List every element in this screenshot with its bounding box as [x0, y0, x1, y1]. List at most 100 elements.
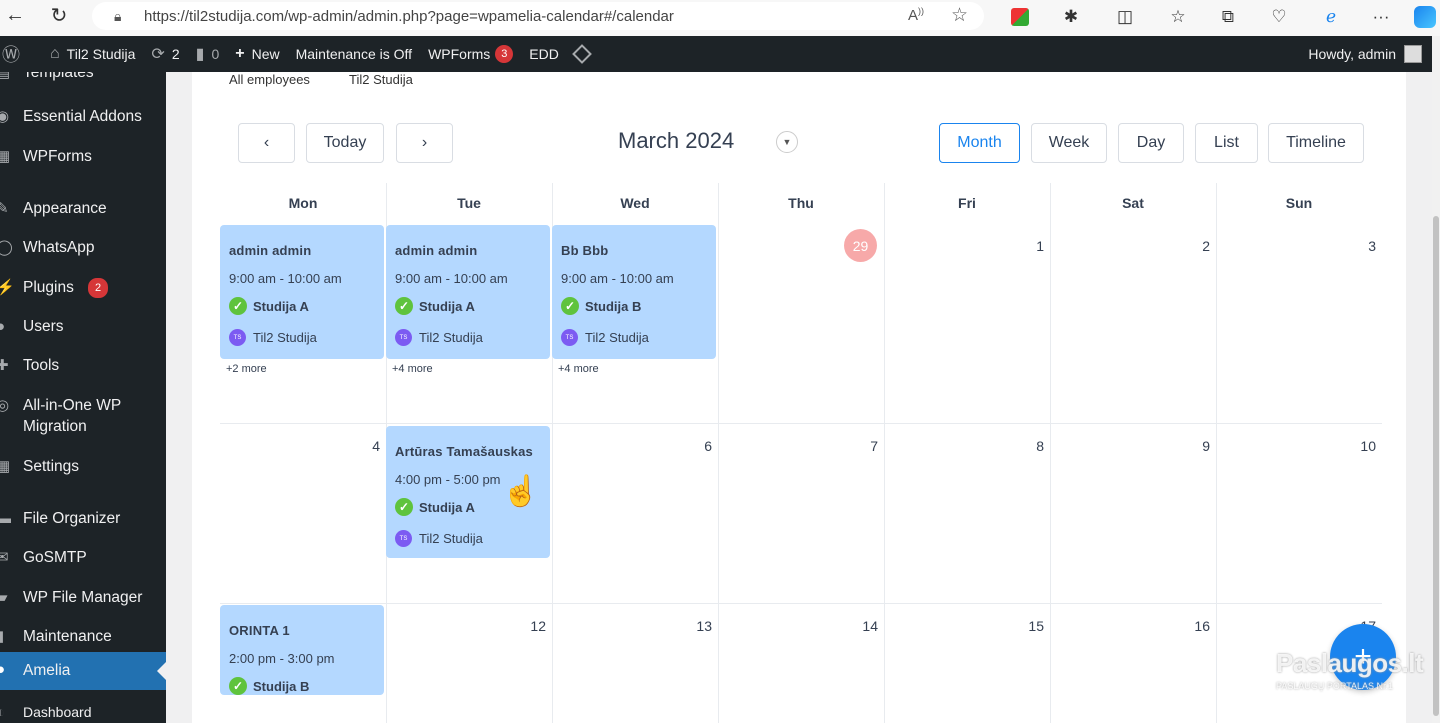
edd-label: EDD	[529, 46, 559, 62]
comments-link[interactable]: ▮ 0	[188, 36, 228, 72]
grid-divider	[220, 423, 1382, 424]
sidebar-item-settings[interactable]: ▦ Settings	[0, 452, 166, 482]
view-list-button[interactable]: List	[1195, 123, 1258, 163]
wpforms-link[interactable]: WPForms 3	[420, 36, 521, 72]
day-number[interactable]: 8	[884, 438, 1044, 454]
sidebar-item-appearance[interactable]: ✎ Appearance	[0, 194, 166, 224]
day-number[interactable]: 16	[1050, 618, 1210, 634]
today-marker[interactable]: 29	[844, 229, 877, 262]
hand-cursor-icon: ☝	[502, 475, 540, 508]
event-employee-label: Til2 Studija	[253, 330, 317, 345]
day-number[interactable]: 2	[1050, 238, 1210, 254]
maintenance-link[interactable]: Maintenance is Off	[288, 36, 420, 72]
sidebar-item-wpforms[interactable]: ▦ WPForms	[0, 142, 166, 172]
day-number[interactable]: 13	[552, 618, 712, 634]
sidebar-item-dashboard[interactable]: ◐ Dashboard	[0, 698, 166, 723]
updates-link[interactable]: ⟳ 2	[143, 36, 187, 72]
edd-link[interactable]: EDD	[521, 36, 567, 72]
wpforms-label: WPForms	[428, 46, 491, 62]
more-events-link[interactable]: +4 more	[392, 363, 433, 375]
sidebar-item-amelia[interactable]: ● Amelia	[0, 652, 166, 690]
sidebar-item-templates[interactable]: ▤ Templates	[0, 72, 166, 88]
today-button[interactable]: Today	[306, 123, 384, 163]
favorites-icon[interactable]: ☆	[1165, 4, 1191, 30]
sidebar-item-label: Appearance	[23, 200, 107, 217]
appointment-event[interactable]: ORINTA 1 2:00 pm - 3:00 pm ✓ Studija B	[220, 605, 384, 695]
view-timeline-button[interactable]: Timeline	[1268, 123, 1364, 163]
sidebar-item-label: Maintenance	[23, 628, 112, 645]
sidebar-item-plugins[interactable]: ⚡ Plugins 2	[0, 273, 166, 303]
page-scrollbar[interactable]	[1432, 36, 1440, 723]
sidebar-item-label: WhatsApp	[23, 239, 95, 256]
day-number[interactable]: 3	[1216, 238, 1376, 254]
sidebar-item-essential-addons[interactable]: ◉ Essential Addons	[0, 102, 166, 132]
new-content-link[interactable]: + New	[227, 36, 287, 72]
account-menu[interactable]: Howdy, admin	[1308, 36, 1422, 72]
employee-avatar: TS	[395, 329, 412, 346]
copilot-icon[interactable]	[1412, 4, 1438, 30]
read-aloud-icon[interactable]: A))	[908, 6, 924, 24]
sidebar-item-file-organizer[interactable]: ▬ File Organizer	[0, 504, 166, 534]
view-day-button[interactable]: Day	[1118, 123, 1184, 163]
diamond-icon[interactable]	[567, 36, 597, 72]
home-icon: ⌂	[50, 45, 60, 62]
scrollbar-thumb[interactable]	[1433, 216, 1439, 716]
day-number[interactable]: 15	[884, 618, 1044, 634]
day-number[interactable]: 6	[552, 438, 712, 454]
more-icon[interactable]: ···	[1368, 4, 1394, 30]
dashboard-icon: ◐	[0, 704, 6, 721]
approved-check-icon: ✓	[229, 297, 247, 315]
extension-icon[interactable]	[1007, 4, 1033, 30]
sidebar-item-gosmtp[interactable]: ✉ GoSMTP	[0, 543, 166, 573]
site-name-link[interactable]: ⌂ Til2 Studija	[28, 36, 143, 72]
sidebar-item-tools[interactable]: ✚ Tools	[0, 351, 166, 381]
event-time: 9:00 am - 10:00 am	[229, 271, 342, 286]
more-events-link[interactable]: +4 more	[558, 363, 599, 375]
view-week-button[interactable]: Week	[1031, 123, 1107, 163]
gosmtp-icon: ✉	[0, 549, 9, 566]
file-manager-icon: ▰	[0, 589, 8, 606]
appointment-event[interactable]: Bb Bbb 9:00 am - 10:00 am ✓ Studija B TS Til2…	[552, 225, 716, 359]
puzzle-icon[interactable]: ✱	[1058, 4, 1084, 30]
event-customer-name: ORINTA 1	[229, 623, 290, 638]
event-time: 9:00 am - 10:00 am	[561, 271, 674, 286]
sidebar-item-users[interactable]: ● Users	[0, 312, 166, 342]
wpforms-icon: ▦	[0, 148, 11, 165]
day-number[interactable]: 9	[1050, 438, 1210, 454]
back-icon[interactable]: ←	[0, 0, 30, 30]
collections-icon[interactable]: ⧉	[1215, 4, 1241, 30]
view-month-button[interactable]: Month	[939, 123, 1020, 163]
event-employee: TS Til2 Studija	[395, 329, 483, 346]
essential-addons-icon: ◉	[0, 108, 10, 125]
day-number[interactable]: 10	[1216, 438, 1376, 454]
split-screen-icon[interactable]: ◫	[1112, 4, 1138, 30]
day-number[interactable]: 4	[220, 438, 380, 454]
refresh-icon[interactable]: ↻	[44, 0, 74, 30]
day-number[interactable]: 12	[386, 618, 546, 634]
sidebar-item-wp-file-manager[interactable]: ▰ WP File Manager	[0, 583, 166, 613]
employee-avatar: TS	[395, 530, 412, 547]
address-bar[interactable]: 🔒︎ https://til2studija.com/wp-admin/admi…	[92, 2, 984, 30]
employee-filter[interactable]: All employees	[229, 72, 310, 87]
approved-check-icon: ✓	[561, 297, 579, 315]
edge-icon[interactable]: ℯ	[1318, 4, 1344, 30]
appointment-event[interactable]: admin admin 9:00 am - 10:00 am ✓ Studija A T…	[386, 225, 550, 359]
sidebar-item-all-in-one-wp[interactable]: ◎ All-in-One WP Migration	[0, 391, 166, 443]
day-number[interactable]: 14	[718, 618, 878, 634]
wp-logo-icon[interactable]: Ⓦ	[0, 36, 28, 72]
sidebar-item-whatsapp[interactable]: ◯ WhatsApp	[0, 233, 166, 263]
appointment-event[interactable]: admin admin 9:00 am - 10:00 am ✓ Studija A T…	[220, 225, 384, 359]
month-picker-icon[interactable]: ▼	[776, 131, 798, 153]
day-number[interactable]: 1	[884, 238, 1044, 254]
favorite-star-icon[interactable]: ☆	[951, 4, 968, 27]
health-icon[interactable]: ♡	[1266, 4, 1292, 30]
event-customer-name: Bb Bbb	[561, 243, 609, 258]
approved-check-icon: ✓	[229, 677, 247, 695]
next-month-button[interactable]: ›	[396, 123, 453, 163]
location-filter[interactable]: Til2 Studija	[349, 72, 413, 87]
day-number[interactable]: 7	[718, 438, 878, 454]
more-events-link[interactable]: +2 more	[226, 363, 267, 375]
sidebar-item-maintenance[interactable]: ▮ Maintenance	[0, 622, 166, 652]
prev-month-button[interactable]: ‹	[238, 123, 295, 163]
admin-sidebar: ▤ Templates ◉ Essential Addons ▦ WPForms ✎ Appe…	[0, 72, 166, 723]
